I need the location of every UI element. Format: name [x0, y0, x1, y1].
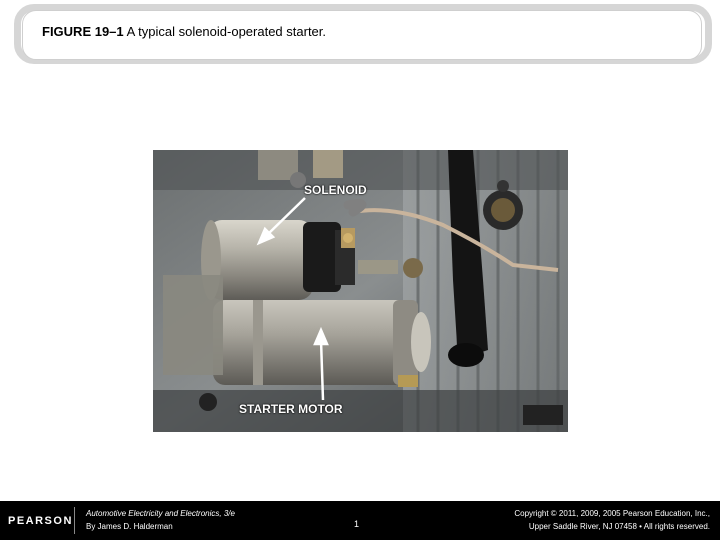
copyright-line-1: Copyright © 2011, 2009, 2005 Pearson Edu…	[514, 509, 710, 518]
figure-number: FIGURE 19–1	[42, 24, 124, 39]
starter-photo: SOLENOID STARTER MOTOR	[153, 150, 568, 432]
copyright-line-2: Upper Saddle River, NJ 07458 • All right…	[528, 522, 710, 531]
book-author: By James D. Halderman	[86, 522, 173, 531]
book-title: Automotive Electricity and Electronics, …	[86, 509, 235, 518]
figure-caption: A typical solenoid-operated starter.	[126, 24, 327, 39]
starter-motor-label: STARTER MOTOR	[239, 402, 343, 416]
page-number: 1	[354, 519, 360, 529]
footer-divider	[74, 507, 75, 534]
pearson-logo: PEARSON	[8, 515, 73, 527]
footer-bar: PEARSON Automotive Electricity and Elect…	[0, 501, 720, 540]
slide: FIGURE 19–1 A typical solenoid-operated …	[0, 0, 720, 540]
slide-title: FIGURE 19–1 A typical solenoid-operated …	[42, 24, 326, 39]
solenoid-label: SOLENOID	[304, 183, 367, 197]
